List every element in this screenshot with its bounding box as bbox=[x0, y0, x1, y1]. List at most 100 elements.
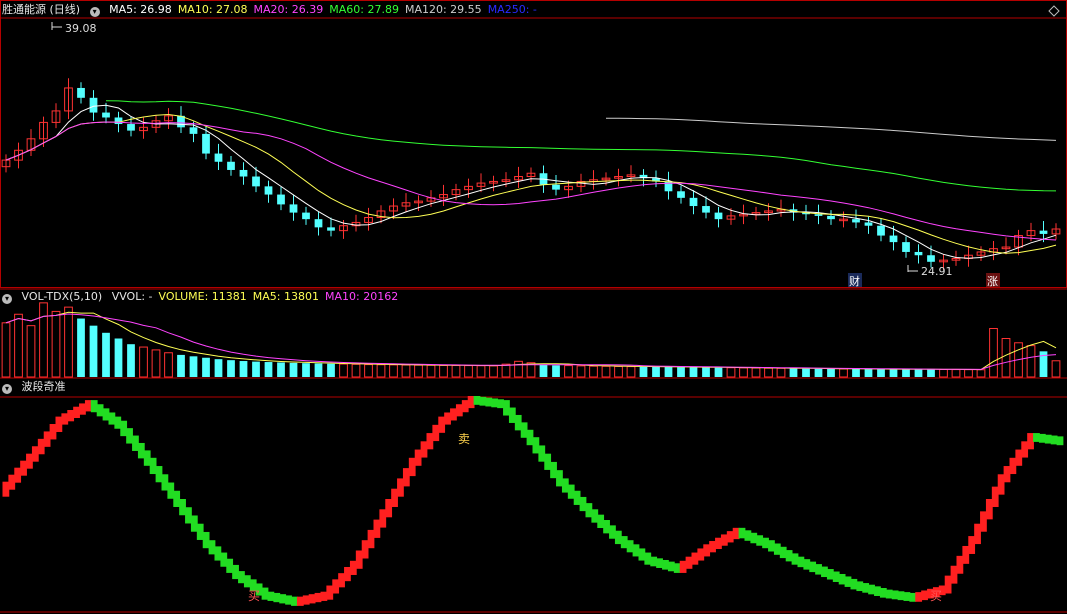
volume-bar-up bbox=[339, 363, 348, 378]
wave-bar-down bbox=[891, 590, 899, 600]
wave-bar-down bbox=[773, 543, 781, 555]
marker-cai-label: 财 bbox=[849, 274, 860, 288]
wave-bar-down bbox=[797, 556, 805, 568]
candle-body-down bbox=[677, 191, 685, 198]
wave-bar-up bbox=[950, 565, 958, 584]
candle-body-down bbox=[927, 255, 935, 262]
wave-bar-up bbox=[985, 499, 993, 520]
volume-bar-up bbox=[776, 367, 786, 378]
volume-bar-up bbox=[839, 368, 848, 378]
wave-bar-down bbox=[491, 398, 499, 408]
volume-bar-down bbox=[902, 369, 910, 377]
volume-bar-up bbox=[489, 365, 498, 378]
wave-bar-down bbox=[791, 553, 799, 565]
wave-bar-down bbox=[632, 544, 640, 557]
wave-bar-down bbox=[874, 586, 881, 596]
candle-body-down bbox=[277, 194, 285, 205]
wave-bar-down bbox=[673, 563, 681, 573]
volume-bar-down bbox=[639, 366, 648, 377]
volume-bar-down bbox=[552, 365, 560, 377]
wave-bar-down bbox=[656, 558, 663, 568]
wave-bar-down bbox=[473, 396, 481, 405]
volume-bar-up bbox=[401, 364, 411, 378]
wave-bar-down bbox=[279, 594, 287, 604]
volume-bar-up bbox=[364, 364, 373, 378]
volume-bar-up bbox=[514, 360, 523, 378]
volume-chart bbox=[1, 302, 1061, 378]
settings-diamond-icon[interactable] bbox=[1048, 5, 1060, 17]
volume-bar-down bbox=[927, 369, 935, 377]
volume-bar-down bbox=[227, 360, 235, 377]
wave-bar-up bbox=[373, 519, 381, 538]
wave-bar-down bbox=[1056, 436, 1064, 446]
wave-bar-up bbox=[732, 527, 740, 540]
wave-bar-down bbox=[826, 569, 834, 580]
candle-body-down bbox=[314, 219, 323, 228]
candle-body-down bbox=[214, 153, 223, 162]
volume-toggle-icon[interactable]: ▾ bbox=[2, 294, 12, 304]
wave-bar-up bbox=[438, 416, 446, 433]
wave-toggle-icon[interactable]: ▾ bbox=[2, 384, 12, 394]
wave-bar-up bbox=[408, 457, 416, 477]
candle-body-down bbox=[114, 117, 123, 125]
wave-bar-down bbox=[90, 400, 98, 413]
volume-bar-up bbox=[726, 367, 736, 378]
price-toggle-icon[interactable]: ▾ bbox=[89, 7, 100, 17]
volume-bar-up bbox=[1026, 345, 1036, 378]
wave-bar-down bbox=[779, 546, 787, 559]
volume-bar-up bbox=[451, 365, 461, 378]
wave-bar-down bbox=[650, 556, 658, 567]
wave-title: 波段奇准 bbox=[21, 380, 66, 393]
volume-bar-down bbox=[202, 357, 210, 377]
wave-bar-down bbox=[744, 530, 752, 541]
wave-bar-up bbox=[31, 446, 39, 462]
wave-bar-down bbox=[803, 559, 811, 570]
high-price-marker: 39.08 bbox=[51, 22, 97, 35]
wave-bar-up bbox=[8, 474, 16, 490]
candle-body-down bbox=[864, 222, 873, 226]
wave-bar-up bbox=[420, 441, 428, 458]
volume-bar-up bbox=[951, 369, 961, 378]
ma-label-group: MA5: 26.98 MA10: 27.08 MA20: 26.39 MA60: 27… bbox=[109, 3, 543, 16]
candle-body-down bbox=[202, 133, 210, 154]
volume-bar-up bbox=[151, 349, 161, 378]
wave-bar-up bbox=[703, 544, 711, 557]
wave-bar-down bbox=[579, 496, 587, 512]
volume-bar-up bbox=[464, 365, 473, 378]
wave-bar-up bbox=[974, 523, 981, 545]
wave-chart bbox=[2, 396, 1064, 606]
wave-bar-up bbox=[461, 400, 469, 413]
ma-label-3: MA60: 27.89 bbox=[329, 3, 399, 16]
volume-bar-up bbox=[601, 365, 611, 378]
volume-bar-down bbox=[239, 361, 248, 377]
high-price-label: 39.08 bbox=[65, 22, 97, 35]
wave-bar-down bbox=[291, 596, 298, 606]
ma-label-4: MA120: 29.55 bbox=[404, 3, 482, 16]
wave-bar-up bbox=[915, 592, 923, 602]
candle-body-down bbox=[877, 225, 885, 236]
wave-bar-up bbox=[1027, 433, 1034, 450]
wave-bar-up bbox=[1009, 457, 1017, 475]
candle-body-down bbox=[689, 197, 698, 207]
wave-bar-down bbox=[243, 575, 251, 588]
volume-bar-down bbox=[102, 332, 110, 377]
wave-bar-up bbox=[73, 406, 80, 419]
candle-body-down bbox=[264, 186, 273, 195]
wave-header: ▾ 波段奇准 bbox=[2, 379, 72, 395]
wave-bar-up bbox=[355, 550, 363, 569]
candle-body-down bbox=[852, 219, 860, 223]
marker-zhang-label: 涨 bbox=[987, 275, 998, 288]
wave-bar-up bbox=[980, 511, 987, 532]
volume-bar-down bbox=[89, 325, 98, 377]
wave-bar-down bbox=[909, 592, 917, 602]
stock-title: 胜通能源 (日线) bbox=[2, 3, 81, 16]
wave-bar-down bbox=[538, 445, 546, 462]
wave-bar-down bbox=[120, 420, 128, 437]
wave-bar-up bbox=[991, 486, 999, 507]
wave-bar-down bbox=[567, 484, 575, 499]
wave-bar-up bbox=[1021, 441, 1029, 458]
wave-bar-down bbox=[644, 552, 652, 565]
wave-bar-down bbox=[662, 559, 669, 570]
volume-bar-up bbox=[64, 306, 73, 378]
wave-bar-down bbox=[903, 592, 911, 601]
